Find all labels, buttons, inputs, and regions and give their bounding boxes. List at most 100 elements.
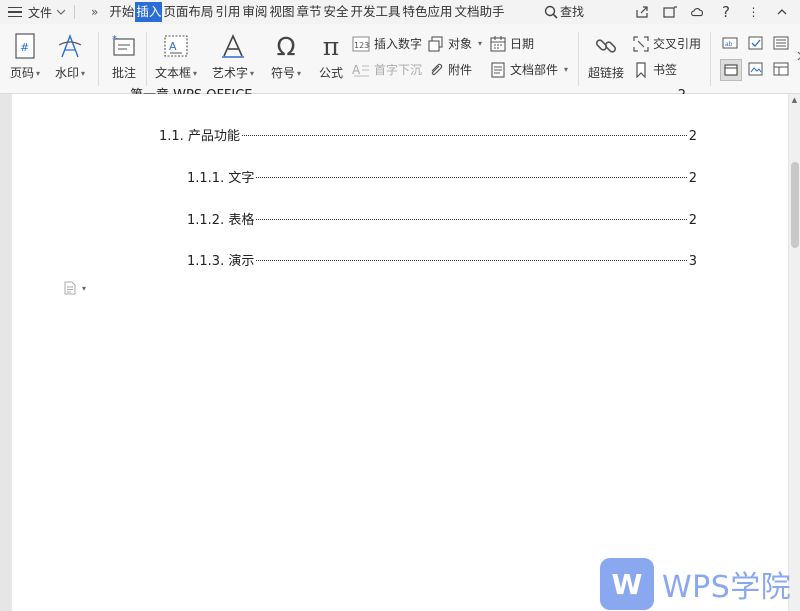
symbol-button[interactable]: Ω 符号 ▾ [271, 32, 301, 81]
share-icon[interactable] [634, 4, 650, 20]
toc-entry-label: 1.1.1. 文字 [187, 171, 255, 186]
ribbon-scroll-icon[interactable] [792, 48, 800, 64]
tab-sections[interactable]: 章节 [295, 2, 322, 22]
date-button[interactable]: 日期 [490, 35, 534, 52]
toc-entry-page: 2 [688, 129, 697, 144]
hamburger-icon[interactable] [8, 6, 22, 18]
cross-reference-label: 交叉引用 [653, 37, 702, 51]
toc-entry[interactable]: 1.1.3. 演示 3 [187, 250, 697, 269]
doc-parts-label: 文档部件 [510, 63, 559, 77]
bookmark-button[interactable]: 书签 [633, 61, 677, 78]
attachment-button[interactable]: 附件 [428, 61, 472, 78]
insert-number-button[interactable]: 123 插入数字 [352, 35, 422, 52]
caret-icon: ▾ [250, 69, 255, 78]
caret-icon: ▾ [36, 69, 41, 78]
collapse-ribbon-icon[interactable] [774, 4, 790, 20]
search-label: 查找 [560, 5, 585, 19]
toc-chapter-line[interactable]: 第一章 WPS OFFICE 2 [130, 84, 686, 94]
textbox-icon: A [162, 32, 190, 60]
bookmark-label: 书签 [653, 63, 678, 77]
caret-icon: ▾ [82, 283, 87, 293]
link-icon [592, 32, 620, 60]
toc-entry-page: 2 [688, 171, 697, 186]
more-tabs-button[interactable]: » [91, 5, 98, 19]
doc-parts-button[interactable]: 文档部件 ▾ [490, 61, 568, 78]
menu-bar: 文件 » 开始 插入 页面布局 引用 审阅 视图 章节 安全 开发工具 特色应用… [0, 0, 800, 24]
page-number-button[interactable]: # 页码 ▾ [10, 32, 40, 81]
caret-icon: ▾ [81, 69, 86, 78]
search-button[interactable]: 查找 [544, 3, 584, 20]
cross-reference-button[interactable]: 交叉引用 [633, 35, 701, 52]
comment-label: 批注 [111, 66, 136, 80]
toc-dots [256, 177, 687, 178]
table-frame-icon[interactable] [773, 61, 789, 77]
comment-button[interactable]: * 批注 [110, 32, 138, 81]
watermark-button[interactable]: 水印 ▾ [55, 32, 85, 81]
image-frame-icon[interactable] [748, 61, 764, 77]
chevron-down-icon [56, 9, 66, 15]
dropcap-button[interactable]: A 首字下沉 [352, 61, 422, 78]
tab-home[interactable]: 开始 [108, 2, 135, 22]
document-page[interactable]: 第一章 WPS OFFICE 2 1.1. 产品功能 2 1.1.1. 文字 2… [12, 88, 788, 611]
comment-icon: * [110, 32, 138, 60]
caret-icon: ▾ [478, 39, 483, 48]
tab-references[interactable]: 引用 [214, 2, 241, 22]
svg-text:A: A [169, 40, 177, 53]
formula-button[interactable]: π 公式 [317, 32, 345, 81]
cross-reference-icon [633, 35, 649, 52]
toc-entry[interactable]: 1.1. 产品功能 2 [159, 125, 697, 144]
sync-icon[interactable] [662, 4, 678, 20]
wordart-button[interactable]: 艺术字 ▾ [212, 32, 254, 81]
wps-brand-name: WPS学院 [662, 570, 792, 605]
frame-icon[interactable] [720, 59, 742, 81]
svg-text:A: A [352, 63, 361, 77]
wordart-label: 艺术字 [212, 66, 249, 80]
toc-chapter-label: 第一章 WPS OFFICE [130, 84, 253, 94]
dropcap-icon: A [352, 63, 369, 77]
tab-page-layout[interactable]: 页面布局 [162, 2, 214, 22]
divider [146, 32, 147, 86]
paperclip-icon [431, 63, 443, 75]
paragraph-options-button[interactable]: ▾ [64, 281, 86, 295]
formula-label: 公式 [318, 66, 343, 80]
toc-entry[interactable]: 1.1.2. 表格 2 [187, 209, 697, 228]
tab-insert[interactable]: 插入 [135, 2, 163, 22]
divider [98, 32, 99, 86]
search-icon [544, 5, 558, 19]
object-button[interactable]: 对象 ▾ [428, 35, 482, 52]
tab-security[interactable]: 安全 [322, 2, 349, 22]
scroll-up-icon[interactable]: ▲ [789, 94, 800, 106]
tab-developer[interactable]: 开发工具 [349, 2, 401, 22]
divider [578, 32, 579, 86]
tab-doc-assistant[interactable]: 文档助手 [454, 2, 506, 22]
document-icon [64, 281, 76, 295]
wps-academy-watermark: W WPS学院 [600, 558, 791, 610]
help-icon[interactable]: ? [718, 3, 734, 21]
toc-entry[interactable]: 1.1.1. 文字 2 [187, 167, 697, 186]
number-icon: 123 [352, 36, 370, 51]
form-textbox-icon[interactable]: ab [722, 35, 738, 51]
svg-text:123: 123 [354, 41, 369, 50]
more-options-icon[interactable]: ⋮ [746, 4, 762, 20]
checkbox-icon[interactable] [748, 35, 764, 51]
file-menu-label: 文件 [28, 5, 53, 20]
svg-text:ab: ab [725, 41, 733, 48]
textbox-button[interactable]: A 文本框 ▾ [155, 32, 197, 81]
scrollbar-thumb[interactable] [791, 162, 799, 248]
tab-review[interactable]: 审阅 [241, 2, 268, 22]
watermark-label: 水印 [55, 66, 80, 80]
list-box-icon[interactable] [773, 35, 789, 51]
vertical-scrollbar[interactable]: ▲ [789, 94, 800, 611]
tab-view[interactable]: 视图 [268, 2, 295, 22]
hyperlink-label: 超链接 [588, 66, 625, 80]
tab-features[interactable]: 特色应用 [402, 2, 454, 22]
doc-parts-icon [491, 61, 505, 78]
dropcap-label: 首字下沉 [374, 63, 423, 77]
cloud-icon[interactable] [690, 4, 706, 20]
pi-icon: π [322, 31, 340, 61]
page-number-icon: # [11, 32, 39, 60]
file-menu[interactable]: 文件 [28, 4, 66, 21]
hyperlink-button[interactable]: 超链接 [588, 32, 624, 81]
insert-number-label: 插入数字 [374, 37, 423, 51]
omega-icon: Ω [276, 31, 296, 61]
